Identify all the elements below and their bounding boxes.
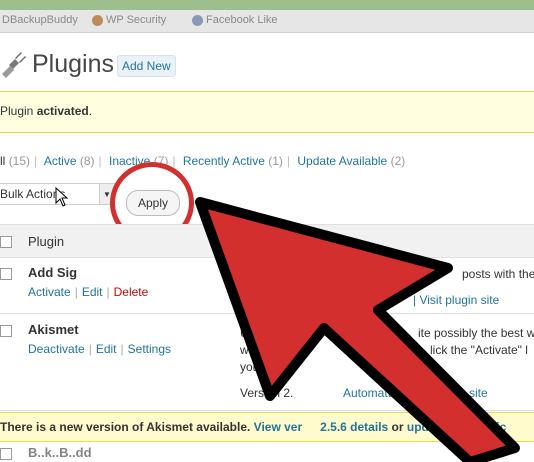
plugin-name: B..k..B..dd xyxy=(28,445,92,460)
delete-link[interactable]: Delete xyxy=(114,285,149,299)
plugin-description: lick the "Activate" l xyxy=(430,343,528,357)
plugin-row: Add Sig Activate | Edit | Delete posts with … xyxy=(0,257,534,314)
bookmark-item[interactable]: Facebook Like xyxy=(192,14,278,26)
browser-content: DBackupBuddy WP Security Facebook Like P… xyxy=(0,10,534,462)
filter-update-available[interactable]: Update Available xyxy=(297,154,387,168)
filter-count: (15) xyxy=(8,154,31,168)
plugin-row: Akismet Deactivate | Edit | Settings Use ite… xyxy=(0,314,534,411)
plugin-version: Version 2. xyxy=(240,386,294,400)
bookmark-item[interactable]: DBackupBuddy xyxy=(2,14,78,26)
version-details-link[interactable]: 2.5.6 details xyxy=(320,420,388,434)
column-header-plugin[interactable]: Plugin xyxy=(28,234,64,249)
filter-recently-active[interactable]: Recently Active xyxy=(183,154,265,168)
edit-link[interactable]: Edit xyxy=(82,285,103,299)
settings-link[interactable]: Settings xyxy=(128,342,171,356)
plugin-actions: Deactivate | Edit | Settings xyxy=(28,342,171,356)
plugin-version: V xyxy=(240,293,249,307)
page-title: Plugins xyxy=(32,50,114,78)
update-message: There is a new version of Akismet availa… xyxy=(0,420,251,434)
bookmarks-bar: DBackupBuddy WP Security Facebook Like xyxy=(0,10,534,33)
plugin-checkbox[interactable] xyxy=(0,325,12,337)
edit-link[interactable]: Edit xyxy=(96,342,117,356)
table-header: Plugin xyxy=(0,224,534,258)
plugin-checkbox[interactable] xyxy=(0,268,12,280)
plugin-name: Add Sig xyxy=(28,265,78,280)
select-all-checkbox[interactable] xyxy=(0,236,12,248)
filter-count: (1) xyxy=(268,154,283,168)
mouse-cursor-icon xyxy=(55,187,69,207)
plugin-description: posts with the xyxy=(462,267,534,281)
view-version-link[interactable]: View ver xyxy=(254,420,302,434)
notice-suffix: . xyxy=(88,104,93,118)
bookmark-item[interactable]: WP Security xyxy=(92,14,166,26)
plugin-actions: Activate | Edit | Delete xyxy=(28,285,149,299)
notice-text: Plugin activated. xyxy=(0,104,92,118)
update-or: or xyxy=(391,420,404,434)
page-header: Plugins Add New xyxy=(0,48,534,88)
plugin-description: Use xyxy=(240,326,262,340)
activate-link[interactable]: Activate xyxy=(28,285,71,299)
plugin-checkbox[interactable] xyxy=(0,448,12,460)
status-filters: ll (15) | Active (8) | Inactive (7) | Recen… xyxy=(0,154,406,168)
plugin-plug-icon xyxy=(2,52,26,78)
deactivate-link[interactable]: Deactivate xyxy=(28,342,85,356)
bookmark-favicon-icon xyxy=(92,14,103,26)
bookmark-label: WP Security xyxy=(106,14,167,26)
notice-prefix: Plugin xyxy=(0,104,37,118)
filter-count: (8) xyxy=(79,154,95,168)
plugin-description: while y xyxy=(240,343,277,357)
update-notice-text: There is a new version of Akismet availa… xyxy=(0,420,506,434)
filter-active[interactable]: Active xyxy=(44,154,77,168)
update-automatically-link[interactable]: update automatic xyxy=(407,420,506,434)
bookmark-label: Facebook Like xyxy=(206,14,278,26)
activation-notice: Plugin activated. xyxy=(0,91,534,133)
filter-all[interactable]: ll xyxy=(0,154,5,168)
visit-plugin-site-link[interactable]: | Visit plugin site xyxy=(413,293,499,307)
notice-bold: activated xyxy=(36,104,89,118)
bookmark-favicon-icon xyxy=(192,14,203,26)
filter-count: (2) xyxy=(390,154,406,168)
bookmark-label: DBackupBuddy xyxy=(2,14,78,26)
plugin-description: ite possibly the best wa xyxy=(418,326,534,340)
plugin-description: your AP xyxy=(240,360,283,374)
plugin-row: B..k..B..dd xyxy=(0,442,534,462)
visit-plugin-site-link[interactable]: site xyxy=(469,386,488,400)
plugin-name: Akismet xyxy=(28,322,79,337)
add-new-button[interactable]: Add New xyxy=(117,55,176,77)
author-link[interactable]: Automattic xyxy=(343,386,400,400)
update-notice: There is a new version of Akismet availa… xyxy=(0,412,534,442)
